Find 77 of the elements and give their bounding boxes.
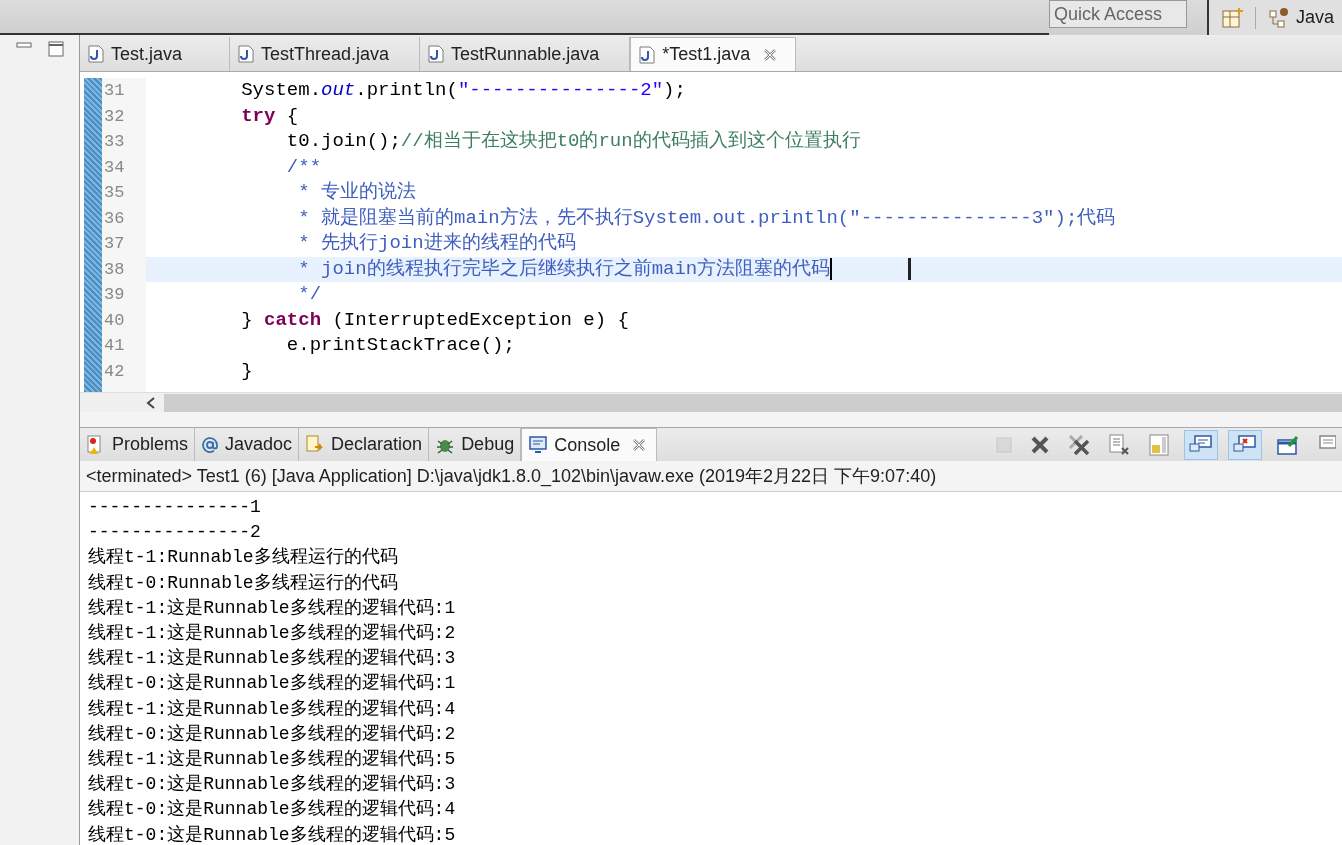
- code-text: "---------------2": [457, 78, 664, 103]
- console-status: <terminated> Test1 (6) [Java Application] D:\java\jdk1.8.0_102\bin\javaw.exe (2019年2月22日 下午9:07:40): [86, 464, 937, 489]
- line-number: 41: [103, 335, 126, 357]
- editor-tab[interactable]: Test.java: [80, 37, 230, 71]
- view-tab[interactable]: Console: [521, 428, 658, 461]
- console-tool-button[interactable]: [1228, 429, 1262, 460]
- editor-tab[interactable]: TestThread.java: [230, 37, 421, 71]
- close-icon[interactable]: [632, 438, 647, 452]
- line-number: 31: [103, 80, 126, 102]
- scroll-lock-icon: [1148, 433, 1170, 456]
- line-number: 38: [103, 258, 126, 281]
- console-line: 线程t-0:这是Runnable多线程的逻辑代码:2: [88, 722, 457, 746]
- close-icon[interactable]: [763, 47, 778, 62]
- editor-tab[interactable]: *Test1.java: [630, 37, 797, 71]
- code-text: out: [321, 78, 356, 103]
- line-number: 35: [103, 182, 126, 204]
- line-number: 40: [103, 309, 126, 332]
- code-text: }: [240, 307, 254, 333]
- scrollbar-thumb[interactable]: [164, 393, 1342, 412]
- editor-tab[interactable]: TestRunnable.java: [420, 37, 631, 71]
- java-file-icon: [238, 45, 254, 63]
- document-clear-icon: [1108, 433, 1130, 456]
- code-text: }: [240, 358, 253, 384]
- code-text: {: [285, 103, 299, 129]
- console-line: 线程t-1:这是Runnable多线程的逻辑代码:3: [88, 647, 457, 671]
- console-line: 线程t-1:这是Runnable多线程的逻辑代码:5: [88, 748, 457, 772]
- code-text: System.: [240, 78, 322, 103]
- minimize-icon[interactable]: [15, 41, 32, 51]
- line-number: 42: [103, 360, 126, 383]
- code-text: * 专业的说法: [297, 180, 417, 205]
- console-line: 线程t-1:Runnable多线程运行的代码: [88, 546, 399, 570]
- line-number: 36: [103, 207, 126, 230]
- code-text: * 就是阻塞当前的main方法，先不执行System.out.println("---------------3");代码: [297, 205, 1116, 231]
- code-text: catch: [264, 307, 322, 333]
- code-text: e.printStackTrace();: [285, 333, 515, 358]
- console-line: ---------------1: [88, 496, 262, 519]
- console-line: 线程t-1:这是Runnable多线程的逻辑代码:1: [88, 596, 457, 620]
- console-line: 线程t-0:这是Runnable多线程的逻辑代码:3: [88, 773, 457, 797]
- pin-icon: [1276, 433, 1300, 456]
- double-x-icon: [1068, 433, 1090, 456]
- line-number: 33: [103, 131, 126, 153]
- console-line: 线程t-0:Runnable多线程运行的代码: [88, 571, 399, 595]
- console-tool-button[interactable]: [1184, 429, 1218, 460]
- code-text: );: [663, 78, 686, 103]
- console-line: 线程t-1:这是Runnable多线程的逻辑代码:2: [88, 622, 457, 645]
- java-file-icon: [639, 45, 656, 64]
- code-text: /**: [285, 154, 322, 180]
- line-number: 39: [103, 284, 126, 306]
- line-number: 34: [103, 156, 126, 179]
- console-line: 线程t-0:这是Runnable多线程的逻辑代码:1: [88, 672, 457, 696]
- console-line: 线程t-1:这是Runnable多线程的逻辑代码:4: [88, 697, 457, 721]
- code-text: * join的线程执行完毕之后继续执行之前main方法阻塞的代码: [297, 256, 831, 282]
- code-text: */: [297, 282, 322, 307]
- quick-access-field[interactable]: Quick Access: [1048, 0, 1187, 28]
- console-line: ---------------2: [88, 521, 262, 545]
- code-text: //相当于在这块把t0的run的代码插入到这个位置执行: [400, 129, 861, 154]
- code-text: .println(: [355, 78, 458, 103]
- java-file-icon: [88, 45, 104, 63]
- monitor-icon: [528, 435, 549, 455]
- line-number: 32: [103, 105, 126, 128]
- console-line: 线程t-0:这是Runnable多线程的逻辑代码:4: [88, 798, 457, 822]
- scroll-left-icon[interactable]: [146, 396, 156, 409]
- code-text: (InterruptedException e) {: [331, 307, 629, 333]
- declaration-icon: [305, 434, 326, 455]
- console-line: 线程t-0:这是Runnable多线程的逻辑代码:5: [88, 823, 457, 845]
- line-number: 37: [103, 233, 126, 255]
- x-icon: [1030, 434, 1050, 455]
- java-file-icon: [428, 45, 445, 63]
- code-text: try: [240, 103, 276, 129]
- stop-icon: [996, 436, 1012, 453]
- hierarchy-icon: [1267, 6, 1290, 29]
- at-icon: [201, 435, 220, 454]
- code-text: t0.join();: [285, 129, 401, 154]
- text-cursor: [830, 258, 833, 281]
- open-perspective-icon[interactable]: [1220, 6, 1243, 29]
- code-text: * 先执行join进来的线程的代码: [297, 231, 576, 256]
- maximize-icon[interactable]: [47, 41, 64, 57]
